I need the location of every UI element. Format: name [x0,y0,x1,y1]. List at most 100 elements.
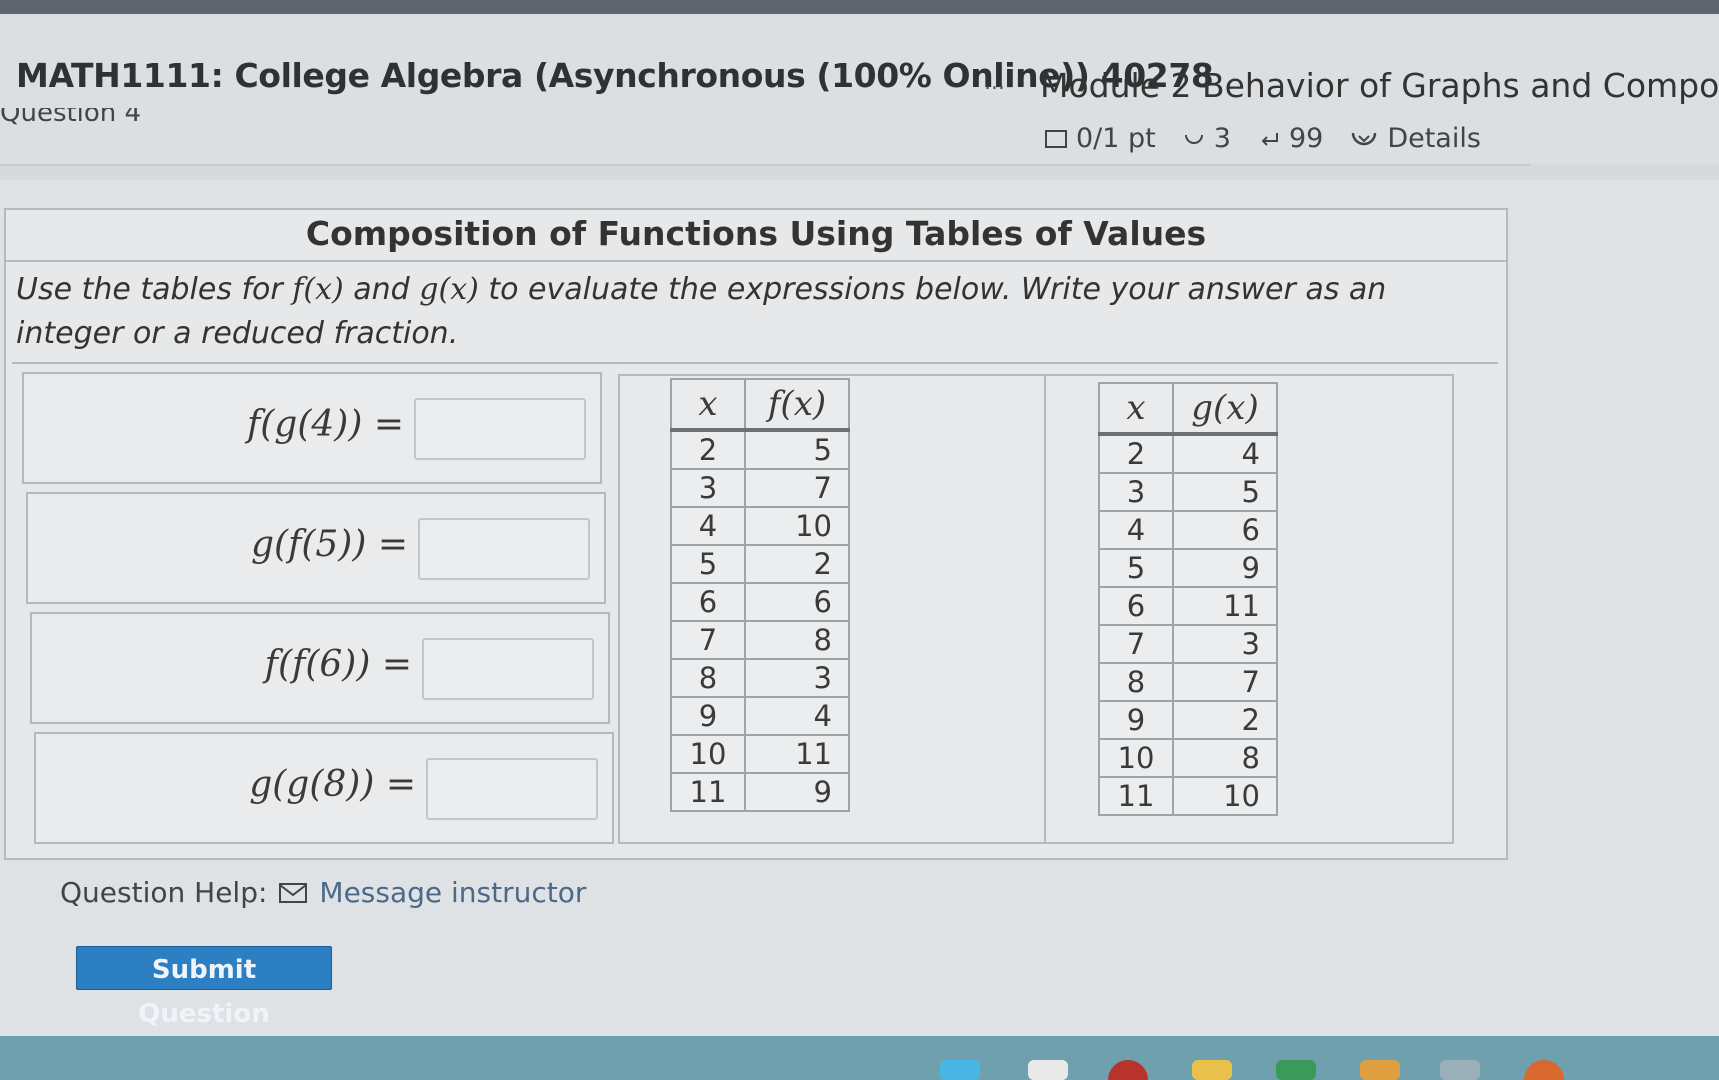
attempts-text: 99 [1288,124,1324,154]
x-value: 2 [670,429,746,470]
retries-meta: 3 [1182,125,1231,152]
answer-input-3[interactable] [422,638,594,700]
g-table-y-header: g(x) [1172,382,1278,436]
x-value: 11 [670,772,746,812]
f-table-x-header: x [670,378,746,432]
answer-input-2[interactable] [418,518,590,580]
table-row: 24 [1098,433,1278,474]
mail-icon[interactable] [279,882,308,903]
y-value: 9 [744,772,850,812]
x-value: 5 [1098,548,1174,588]
x-value: 3 [1098,472,1174,512]
question-help: Question Help: Message instructor [60,876,586,909]
breadcrumb-ellipsis[interactable]: ... [984,70,1005,95]
table-row: 52 [670,544,850,584]
y-value: 7 [744,468,850,508]
y-value: 11 [744,734,850,774]
y-value: 10 [744,506,850,546]
table-row: 11 9 [670,772,850,812]
x-value: 8 [1098,662,1174,702]
table-row: 11 10 [1098,776,1278,816]
taskbar-app-icon[interactable] [940,1060,980,1080]
table-row: 6 11 [1098,586,1278,626]
table-row: 46 [1098,510,1278,550]
expression-label: f(g(4)) = [246,404,404,445]
g-table-panel: x g(x) 2 4 3 5 4 6 5 9 6 11 7 3 8 7 9 2 10 8 11 10 [1044,374,1454,844]
page-header: MATH1111: College Algebra (Asynchronous … [0,14,1719,164]
window-top-strip [0,0,1719,14]
y-value: 2 [1172,700,1278,740]
x-value: 4 [1098,510,1174,550]
table-row: 59 [1098,548,1278,588]
taskbar-app-icon[interactable] [1440,1060,1480,1080]
table-row: 66 [670,582,850,622]
question-meta: 0/1 pt 3 99 Details [1044,124,1481,154]
x-value: 8 [670,658,746,698]
y-value: 8 [744,620,850,660]
y-value: 11 [1172,586,1278,626]
instructions-pre: Use the tables for [16,272,283,307]
problem-content: f(g(4)) = g(f(5)) = f(f(6)) = g(g(8)) = … [12,362,1498,852]
problem-title: Composition of Functions Using Tables of… [6,210,1506,262]
table-row: 10 11 [670,734,850,774]
y-value: 2 [744,544,850,584]
table-row: 35 [1098,472,1278,512]
x-value: 4 [670,506,746,546]
x-value: 9 [1098,700,1174,740]
instructions-and: and [353,272,410,307]
y-value: 6 [1172,510,1278,550]
attempts-meta: 99 [1257,124,1324,154]
module-title[interactable]: Module 2 Behavior of Graphs and Composit… [1040,66,1719,105]
details-toggle[interactable]: Details [1349,125,1481,152]
table-row: 92 [1098,700,1278,740]
instructions-fx: f(x) [292,272,344,307]
x-value: 6 [1098,586,1174,626]
y-value: 7 [1172,662,1278,702]
f-values-table: x f(x) 2 5 3 7 4 10 5 2 6 6 7 8 8 3 9 4 10 11 11 9 [670,378,850,812]
table-row: 4 10 [670,506,850,546]
course-title[interactable]: MATH1111: College Algebra (Asynchronous … [16,56,1214,95]
table-row: 37 [670,468,850,508]
question-label: Question 4 [0,108,142,128]
y-value: 4 [1172,433,1278,474]
expression-label: g(f(5)) = [250,524,408,565]
table-row: 73 [1098,624,1278,664]
chevron-down-icon [1352,132,1377,146]
f-table-panel: x f(x) 2 5 3 7 4 10 5 2 6 6 7 8 8 3 9 4 10 11 11 9 [618,374,1046,844]
table-row: 94 [670,696,850,736]
y-value: 3 [744,658,850,698]
y-value: 3 [1172,624,1278,664]
taskbar-app-icon[interactable] [1028,1060,1068,1080]
y-value: 9 [1172,548,1278,588]
x-value: 10 [670,734,746,774]
expressions-column: f(g(4)) = g(f(5)) = f(f(6)) = g(g(8)) = [22,372,614,848]
table-row: 87 [1098,662,1278,702]
taskbar-app-icon[interactable] [1360,1060,1400,1080]
expression-row: f(f(6)) = [30,612,610,724]
details-text[interactable]: Details [1387,125,1481,152]
x-value: 7 [1098,624,1174,664]
expression-label: g(g(8)) = [249,764,416,805]
message-instructor-link[interactable]: Message instructor [319,876,586,909]
problem-panel: Composition of Functions Using Tables of… [4,208,1508,860]
expression-row: g(g(8)) = [34,732,614,844]
problem-instructions: Use the tables for f(x) and g(x) to eval… [16,268,1486,356]
answer-input-4[interactable] [426,758,598,820]
answer-input-1[interactable] [414,398,586,460]
expression-row: g(f(5)) = [26,492,606,604]
header-divider [0,164,1530,166]
retry-icon [1184,134,1203,144]
submit-question-button[interactable]: Submit Question [76,946,332,1029]
x-value: 5 [670,544,746,584]
taskbar-app-icon[interactable] [1192,1060,1232,1080]
x-value: 6 [670,582,746,622]
points-text: 0/1 pt [1076,124,1156,154]
taskbar-app-icon[interactable] [1276,1060,1316,1080]
expression-label: f(f(6)) = [264,644,412,685]
table-row: 78 [670,620,850,660]
y-value: 4 [744,696,850,736]
points-meta: 0/1 pt [1044,124,1156,154]
y-value: 10 [1172,776,1278,816]
x-value: 10 [1098,738,1174,778]
x-value: 2 [1098,433,1174,474]
